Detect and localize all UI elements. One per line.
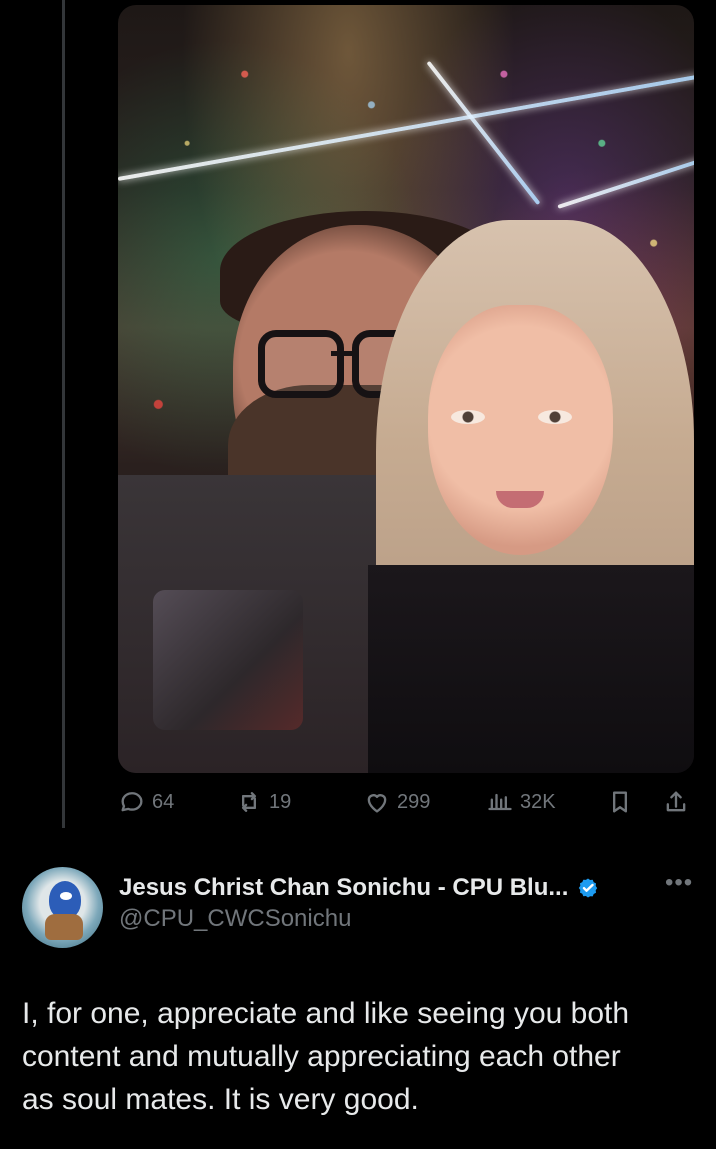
glasses-bridge [331,351,359,356]
woman-jacket [368,565,694,773]
reply-button[interactable]: 64 [118,788,174,816]
share-button[interactable] [662,788,690,816]
author-block: Jesus Christ Chan Sonichu - CPU Blu... @… [119,874,600,933]
bookmark-button[interactable] [606,788,634,816]
avatar[interactable] [22,867,103,948]
like-count: 299 [397,790,431,813]
reply-text-line: content and mutually appreciating each o… [22,1040,621,1073]
woman-left-eye [451,410,485,424]
heart-icon [367,794,387,813]
author-line: Jesus Christ Chan Sonichu - CPU Blu... [119,874,600,902]
display-name[interactable]: Jesus Christ Chan Sonichu - CPU Blu... [119,874,568,902]
reply-text-line: as soul mates. It is very good. [22,1083,419,1116]
glasses-left-lens [258,330,344,398]
avatar-character-eye [60,892,72,900]
reply-text: I, for one, appreciate and like seeing y… [22,992,692,1121]
bookmark-icon [613,791,627,813]
views-icon [488,793,512,811]
tweet-actions-bar: 64 19 299 32K [118,788,694,818]
repost-count: 19 [269,790,292,813]
woman-right-eye [538,410,572,424]
reply-count: 64 [152,790,175,813]
repost-icon [242,792,256,812]
views-count: 32K [520,790,556,813]
like-button[interactable]: 299 [363,788,430,816]
avatar-character-body [45,914,83,940]
verified-icon [579,878,598,898]
more-icon[interactable]: ••• [665,871,693,898]
share-icon [666,791,686,812]
thread-connector-line [62,0,65,828]
repost-button[interactable]: 19 [235,788,291,816]
woman-face [428,305,613,555]
handle[interactable]: @CPU_CWCSonichu [119,905,600,933]
reply-icon [121,792,143,812]
shirt-graphic [153,590,303,730]
reply-text-line: I, for one, appreciate and like seeing y… [22,997,630,1030]
views-button[interactable]: 32K [486,788,556,816]
tweet-photo[interactable] [118,5,694,773]
